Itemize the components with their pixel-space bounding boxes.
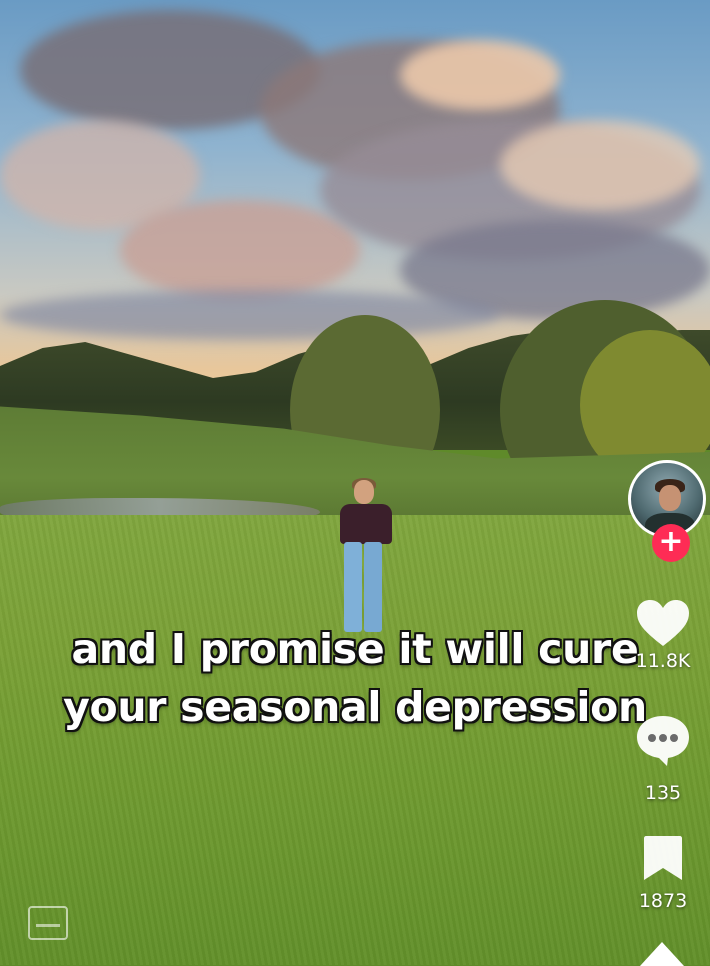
cloud [500, 120, 700, 210]
cloud [120, 200, 360, 300]
like-count: 11.8K [635, 650, 691, 672]
video-caption: and I promise it will cure your seasonal… [0, 620, 710, 736]
bookmark-icon [644, 836, 682, 880]
comment-bubble-icon [637, 716, 689, 766]
cloud [0, 290, 500, 340]
save-count: 1873 [638, 890, 688, 912]
comment-button[interactable]: 135 [620, 712, 706, 804]
closed-caption-icon[interactable] [28, 906, 68, 940]
cloud [400, 40, 560, 110]
caption-line-1: and I promise it will cure [71, 625, 639, 673]
follow-button[interactable]: + [652, 524, 690, 562]
share-arrow-icon[interactable] [640, 942, 684, 966]
save-button[interactable]: 1873 [620, 834, 706, 912]
video-frame[interactable] [0, 0, 710, 965]
person [336, 478, 396, 640]
like-button[interactable]: 11.8K [620, 598, 706, 672]
caption-line-2: your seasonal depression [63, 683, 647, 731]
heart-icon [637, 600, 689, 646]
plus-icon: + [658, 524, 684, 559]
comment-count: 135 [644, 782, 682, 804]
